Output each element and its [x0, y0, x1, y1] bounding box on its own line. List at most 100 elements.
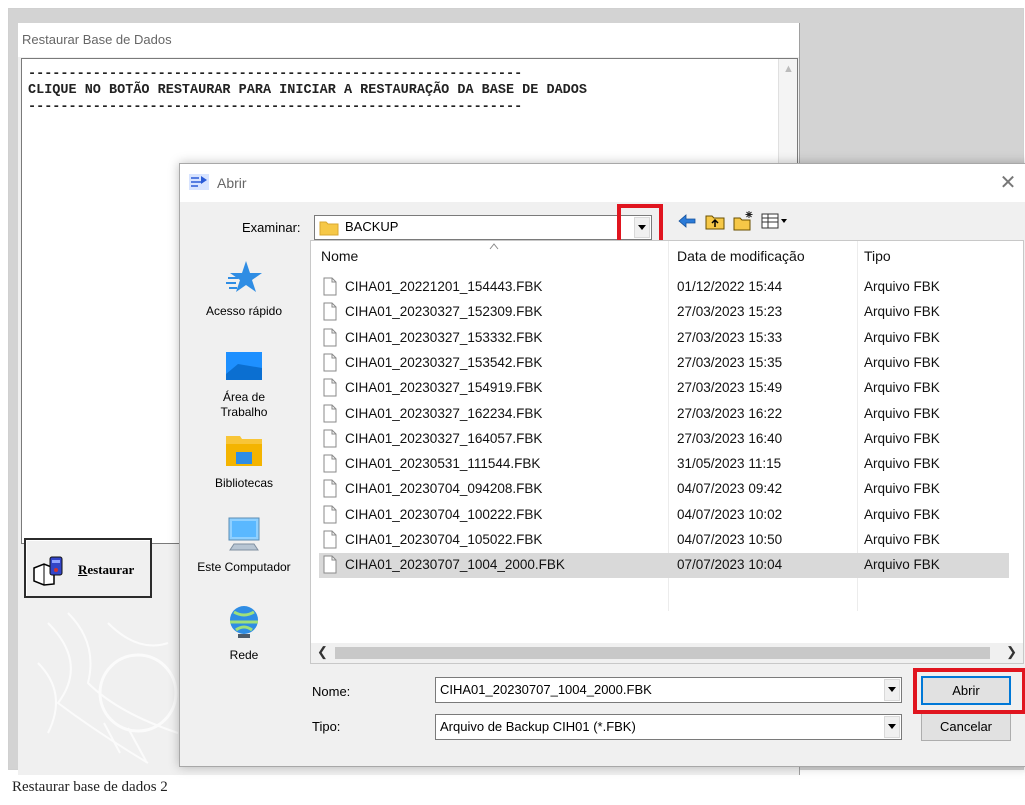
- file-date: 01/12/2022 15:44: [677, 279, 783, 294]
- file-type: Arquivo FBK: [864, 304, 940, 320]
- scroll-left-icon[interactable]: ❮: [317, 644, 328, 660]
- file-name: CIHA01_20230704_100222.FBK: [345, 506, 543, 522]
- file-icon: [323, 505, 337, 524]
- memo-line: ----------------------------------------…: [28, 100, 523, 115]
- file-icon: [323, 302, 337, 321]
- up-folder-icon[interactable]: [704, 210, 726, 232]
- file-date: 27/03/2023 15:23: [677, 304, 783, 320]
- seal-watermark: [37, 612, 179, 764]
- file-row[interactable]: CIHA01_20230704_094208.FBK 04/07/2023 09:…: [319, 477, 1009, 502]
- file-name: CIHA01_20230327_153542.FBK: [345, 354, 543, 370]
- scroll-thumb[interactable]: [335, 647, 990, 659]
- file-name: CIHA01_20230327_162234.FBK: [345, 405, 543, 421]
- file-date: 04/07/2023 10:50: [677, 532, 783, 547]
- file-date: 27/03/2023 16:40: [677, 430, 783, 446]
- file-icon: [323, 353, 337, 372]
- file-name: CIHA01_20230704_105022.FBK: [345, 532, 543, 547]
- filename-value: CIHA01_20230707_1004_2000.FBK: [440, 682, 652, 697]
- network-icon: [230, 606, 258, 638]
- file-row[interactable]: CIHA01_20221201_154443.FBK 01/12/2022 15:…: [319, 275, 1009, 300]
- restore-button-label: Restaurar: [78, 562, 135, 577]
- file-type: Arquivo FBK: [864, 380, 940, 396]
- place-network[interactable]: Rede: [184, 602, 304, 668]
- file-icon: [323, 378, 337, 397]
- file-date: 27/03/2023 15:49: [677, 380, 783, 396]
- file-row[interactable]: CIHA01_20230707_1004_2000.FBK 07/07/2023 …: [319, 553, 1009, 579]
- file-type: Arquivo FBK: [864, 279, 940, 294]
- folder-icon: [319, 221, 339, 236]
- cancel-button[interactable]: Cancelar: [921, 712, 1011, 741]
- desktop-icon: [226, 352, 262, 380]
- file-row[interactable]: CIHA01_20230327_153332.FBK 27/03/2023 15:…: [319, 326, 1009, 351]
- file-name: CIHA01_20230327_154919.FBK: [345, 380, 543, 396]
- file-name: CIHA01_20230327_153332.FBK: [345, 329, 543, 345]
- dialog-titlebar: Abrir ✕: [180, 164, 1025, 202]
- place-label: Bibliotecas: [214, 476, 274, 490]
- places-bar: Acesso rápido Área de Trabalho Bibliotec…: [184, 240, 304, 662]
- file-type: Arquivo FBK: [864, 456, 940, 472]
- file-row[interactable]: CIHA01_20230327_162234.FBK 27/03/2023 16:…: [319, 402, 1009, 427]
- filetype-combo[interactable]: Arquivo de Backup CIH01 (*.FBK): [435, 714, 902, 740]
- dialog-title: Abrir: [217, 175, 247, 191]
- close-icon[interactable]: ✕: [993, 168, 1023, 198]
- file-type: Arquivo FBK: [864, 329, 940, 345]
- file-name: CIHA01_20230707_1004_2000.FBK: [345, 557, 565, 573]
- file-type: Arquivo FBK: [864, 354, 940, 370]
- back-arrow-icon[interactable]: [676, 210, 698, 232]
- file-date: 27/03/2023 15:33: [677, 329, 783, 345]
- file-date: 27/03/2023 15:35: [677, 354, 783, 370]
- image-caption: Restaurar base de dados 2: [12, 779, 168, 795]
- chevron-down-icon[interactable]: [884, 716, 900, 738]
- scroll-right-icon[interactable]: ❯: [1006, 644, 1017, 660]
- memo-line: CLIQUE NO BOTÃO RESTAURAR PARA INICIAR A…: [28, 83, 587, 98]
- chevron-down-icon[interactable]: [634, 217, 650, 238]
- lookin-value: BACKUP: [345, 219, 399, 234]
- file-type: Arquivo FBK: [864, 557, 940, 573]
- file-row[interactable]: CIHA01_20230327_164057.FBK 27/03/2023 16:…: [319, 427, 1009, 452]
- restore-button[interactable]: Restaurar: [24, 538, 152, 598]
- screenshot-frame: Restaurar Base de Dados ----------------…: [8, 8, 1025, 775]
- file-row[interactable]: CIHA01_20230327_152309.FBK 27/03/2023 15:…: [319, 300, 1009, 325]
- file-icon: [323, 328, 337, 347]
- file-date: 04/07/2023 09:42: [677, 481, 783, 497]
- file-icon: [323, 429, 337, 448]
- file-name: CIHA01_20230327_164057.FBK: [345, 430, 543, 446]
- place-label: Rede: [229, 648, 259, 662]
- lookin-combo[interactable]: BACKUP: [314, 215, 652, 240]
- file-date: 31/05/2023 11:15: [677, 456, 782, 472]
- filetype-label: Tipo:: [312, 719, 341, 734]
- place-libraries[interactable]: Bibliotecas: [184, 430, 304, 496]
- open-button[interactable]: Abrir: [921, 676, 1011, 705]
- view-menu-icon[interactable]: [760, 210, 790, 232]
- chevron-down-icon[interactable]: [884, 679, 900, 701]
- filename-combo[interactable]: CIHA01_20230707_1004_2000.FBK: [435, 677, 902, 703]
- horizontal-scrollbar[interactable]: ❮ ❯: [311, 643, 1023, 663]
- column-header-type[interactable]: Tipo: [864, 241, 891, 271]
- place-this-pc[interactable]: Este Computador: [184, 514, 304, 580]
- quick-access-star-icon: [226, 261, 262, 292]
- file-row[interactable]: CIHA01_20230531_111544.FBK 31/05/2023 11:…: [319, 452, 1009, 477]
- file-icon: [323, 530, 337, 549]
- file-row[interactable]: CIHA01_20230327_154919.FBK 27/03/2023 15:…: [319, 376, 1009, 401]
- file-icon: [323, 404, 337, 423]
- filename-label: Nome:: [312, 684, 351, 699]
- filetype-value: Arquivo de Backup CIH01 (*.FBK): [440, 719, 636, 734]
- lookin-label: Examinar:: [242, 220, 301, 235]
- new-folder-icon[interactable]: [732, 210, 754, 232]
- file-list[interactable]: Nome Data de modificação Tipo CIHA01_202…: [310, 240, 1024, 664]
- column-header-date[interactable]: Data de modificação: [677, 241, 805, 271]
- place-quick-access[interactable]: Acesso rápido: [184, 258, 304, 324]
- file-type: Arquivo FBK: [864, 405, 940, 421]
- file-date: 27/03/2023 16:22: [677, 405, 783, 421]
- file-row[interactable]: CIHA01_20230704_100222.FBK 04/07/2023 10:…: [319, 503, 1009, 528]
- column-header-name[interactable]: Nome: [321, 241, 358, 271]
- file-date: 07/07/2023 10:04: [677, 557, 783, 573]
- place-desktop[interactable]: Área de Trabalho: [184, 346, 304, 419]
- file-date: 04/07/2023 10:02: [677, 506, 783, 522]
- memo-line: ----------------------------------------…: [28, 67, 523, 82]
- scroll-up-icon[interactable]: ▲: [783, 63, 794, 75]
- file-row[interactable]: CIHA01_20230704_105022.FBK 04/07/2023 10:…: [319, 528, 1009, 553]
- file-row[interactable]: CIHA01_20230327_153542.FBK 27/03/2023 15:…: [319, 351, 1009, 376]
- file-name: CIHA01_20221201_154443.FBK: [345, 279, 543, 294]
- sort-ascending-icon: [489, 243, 499, 250]
